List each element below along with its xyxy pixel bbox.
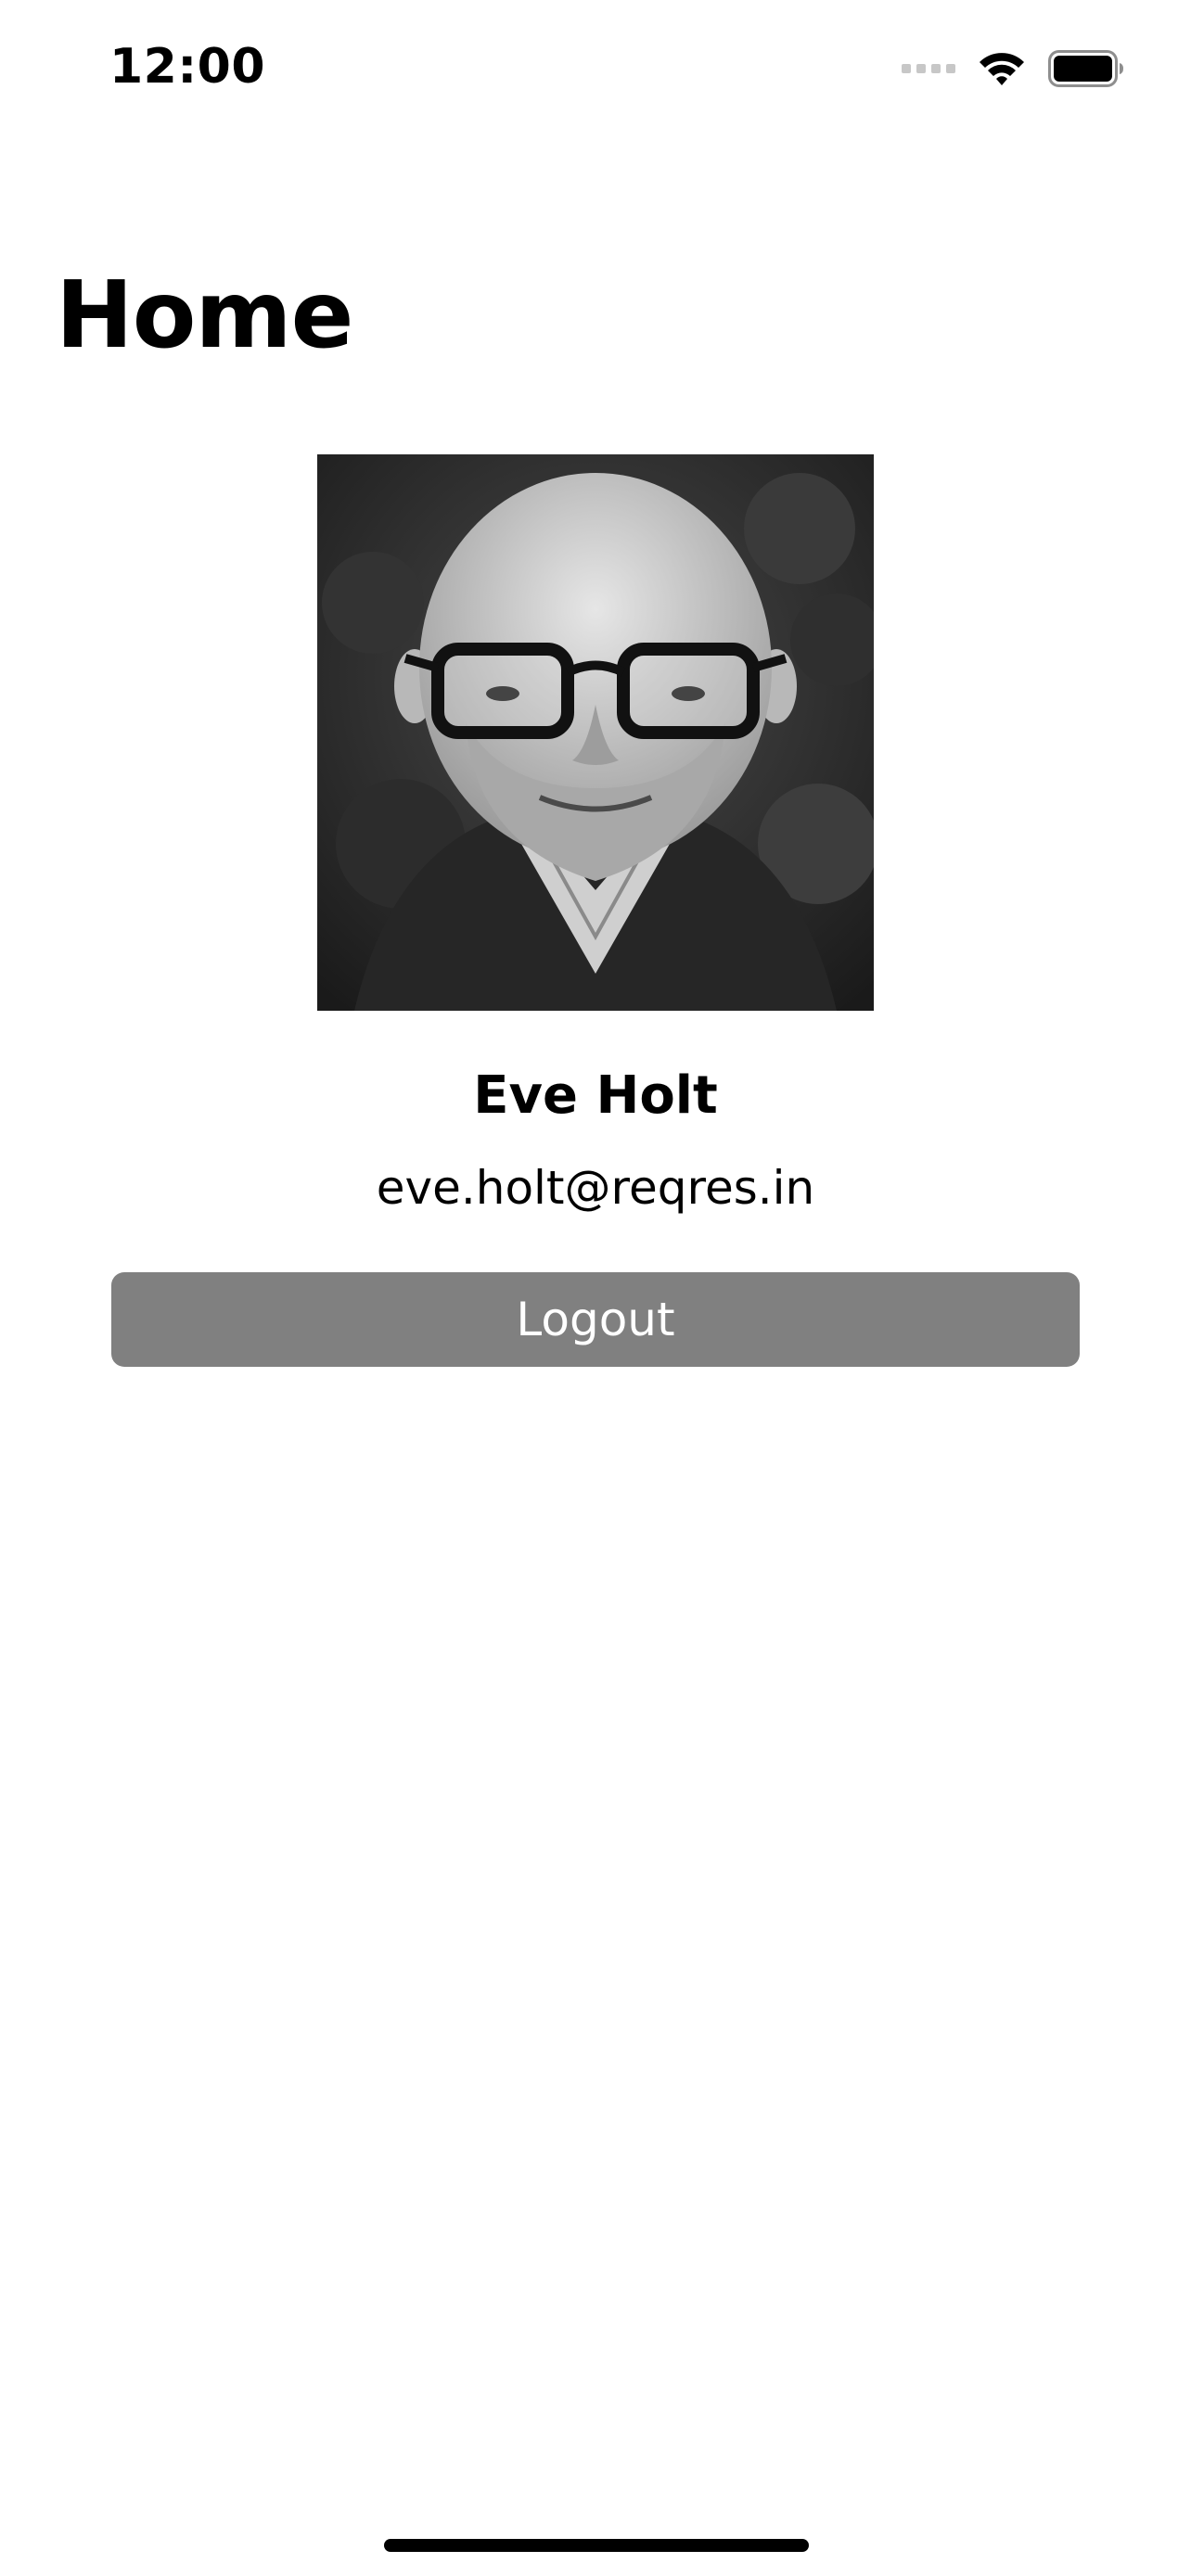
home-indicator[interactable] — [384, 2539, 809, 2552]
logout-button[interactable]: Logout — [111, 1272, 1080, 1367]
status-icons — [902, 45, 1124, 93]
cellular-signal-icon — [902, 64, 955, 73]
page-title: Home — [56, 261, 353, 369]
user-name: Eve Holt — [473, 1065, 718, 1126]
wifi-icon — [980, 53, 1024, 85]
status-time: 12:00 — [109, 39, 266, 95]
battery-icon — [1048, 50, 1123, 87]
avatar — [317, 454, 874, 1011]
user-avatar-photo — [317, 454, 874, 1011]
user-email: eve.holt@reqres.in — [376, 1161, 815, 1215]
